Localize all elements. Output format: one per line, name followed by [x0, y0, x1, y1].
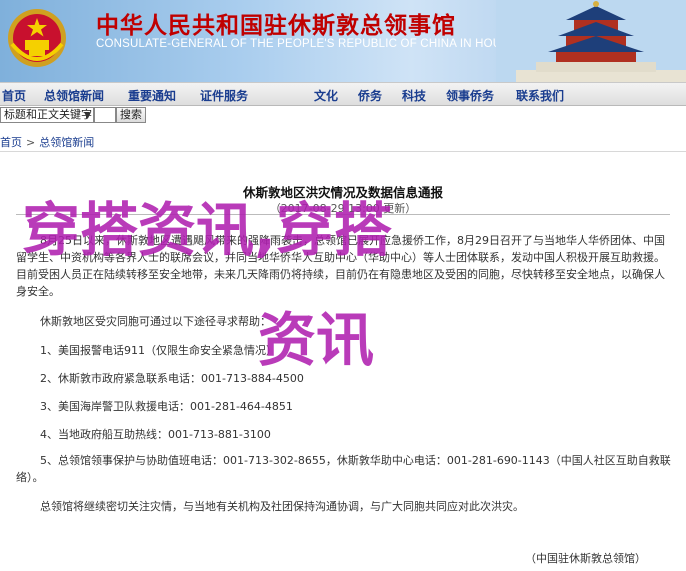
- search-scope-value: 标题和正文关键字: [4, 108, 92, 121]
- nav-item-contact[interactable]: 联系我们: [516, 87, 564, 104]
- breadcrumb-home[interactable]: 首页: [0, 136, 22, 149]
- help-item: 3、美国海岸警卫队救援电话：001-281-464-4851: [40, 400, 293, 413]
- help-item: 5、总领馆领事保护与协助值班电话：001-713-302-8655，休斯敦华助中…: [16, 454, 671, 484]
- temple-of-heaven-image: [496, 0, 686, 82]
- site-title: 中华人民共和国驻休斯敦总领事馆: [96, 12, 456, 39]
- article-title: 休斯敦地区洪灾情况及数据信息通报: [242, 185, 443, 200]
- help-heading: 休斯敦地区受灾同胞可通过以下途径寻求帮助：: [40, 315, 271, 328]
- search-scope-select[interactable]: 标题和正文关键字 ▼: [0, 107, 94, 123]
- site-subtitle: CONSULATE-GENERAL OF THE PEOPLE'S REPUBL…: [96, 38, 534, 50]
- nav-item-overseas[interactable]: 侨务: [358, 87, 382, 104]
- nav-item-tech[interactable]: 科技: [402, 87, 426, 104]
- nav-item-notices[interactable]: 重要通知: [128, 87, 176, 104]
- search-input[interactable]: [94, 107, 116, 123]
- nav-item-documents[interactable]: 证件服务: [200, 87, 248, 104]
- search-button[interactable]: 搜索: [116, 107, 146, 123]
- help-item: 2、休斯敦市政府紧急联系电话：001-713-884-4500: [40, 372, 304, 385]
- breadcrumb-current[interactable]: 总领馆新闻: [39, 136, 94, 149]
- chevron-down-icon: ▼: [84, 111, 91, 121]
- nav-item-culture[interactable]: 文化: [314, 87, 338, 104]
- article-closing: 总领馆将继续密切关注灾情，与当地有关机构及社团保持沟通协调，与广大同胞共同应对此…: [40, 500, 524, 513]
- article-intro: 8月25日以来，休斯敦地区遭遇飓风带来的强降雨袭击，总领馆已展开应急援侨工作，8…: [16, 234, 665, 298]
- article-signature: （中国驻休斯敦总领馆）: [525, 552, 646, 565]
- national-emblem-icon: [8, 9, 66, 67]
- header-banner: 中华人民共和国驻休斯敦总领事馆 CONSULATE-GENERAL OF THE…: [0, 0, 686, 82]
- search-bar: 标题和正文关键字 ▼ 搜索: [0, 106, 686, 124]
- main-nav: 首页 总领馆新闻 重要通知 证件服务 文化 侨务 科技 领事侨务 联系我们: [0, 82, 686, 106]
- nav-item-home[interactable]: 首页: [2, 87, 26, 104]
- nav-item-news[interactable]: 总领馆新闻: [44, 87, 104, 104]
- nav-item-consular[interactable]: 领事侨务: [446, 87, 494, 104]
- divider: [0, 151, 686, 152]
- help-item: 4、当地政府船互助热线：001-713-881-3100: [40, 428, 271, 441]
- article-divider: [16, 214, 670, 215]
- chevron-right-icon: >: [26, 135, 36, 149]
- help-item: 1、美国报警电话911（仅限生命安全紧急情况）: [40, 344, 277, 357]
- breadcrumb: 首页 > 总领馆新闻: [0, 134, 94, 150]
- watermark-text: 资讯: [258, 306, 375, 374]
